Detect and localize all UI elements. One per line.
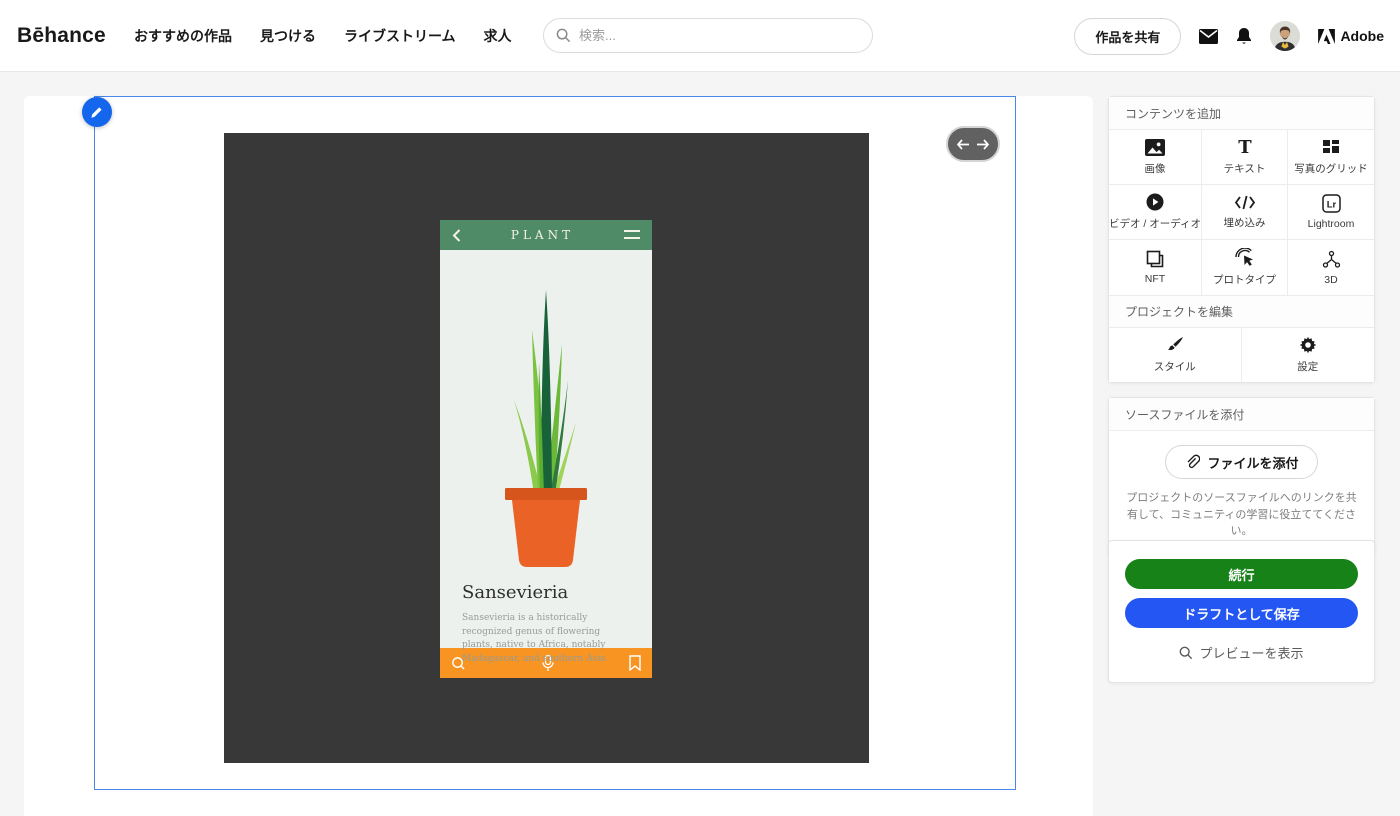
tool-text[interactable]: T テキスト — [1202, 130, 1289, 185]
3d-icon — [1322, 250, 1340, 268]
plant-app-header: PLANT — [440, 220, 652, 250]
tool-image[interactable]: 画像 — [1109, 130, 1203, 185]
tool-embed[interactable]: 埋め込み — [1202, 185, 1289, 240]
add-content-grid: 画像 T テキスト 写真のグリッド ビデオ / オーディオ 埋め込み Lr Li… — [1109, 130, 1374, 295]
plant-app-mockup: PLANT Sansevieria Sansevieria is a histo… — [440, 220, 652, 678]
publish-actions-panel: 続行 ドラフトとして保存 プレビューを表示 — [1108, 540, 1375, 683]
plant-illustration — [505, 290, 587, 567]
nav-item-jobs[interactable]: 求人 — [484, 26, 512, 46]
nav-right-group: 作品を共有 Adobe — [1074, 0, 1384, 72]
search-input[interactable] — [579, 28, 849, 43]
tool-lightroom[interactable]: Lr Lightroom — [1288, 185, 1374, 240]
svg-text:T: T — [1238, 138, 1252, 156]
tool-nft[interactable]: NFT — [1109, 240, 1203, 295]
nav-item-featured[interactable]: おすすめの作品 — [134, 26, 232, 46]
menu-icon — [624, 230, 640, 239]
source-files-header: ソースファイルを添付 — [1109, 398, 1374, 431]
edit-module-button[interactable] — [82, 97, 112, 127]
back-chevron-icon — [452, 228, 461, 242]
text-icon: T — [1238, 138, 1252, 156]
plant-description: Sansevieria is a historically recognized… — [462, 613, 606, 664]
plant-name-heading: Sansevieria — [462, 582, 569, 603]
behance-logo[interactable]: Bēhance — [17, 24, 106, 48]
plant-app-title: PLANT — [510, 228, 575, 242]
source-files-panel: ソースファイルを添付 ファイルを添付 プロジェクトのソースファイルへのリンクを共… — [1108, 397, 1375, 557]
notifications-button[interactable] — [1236, 27, 1252, 45]
show-preview-button[interactable]: プレビューを表示 — [1125, 643, 1358, 662]
share-work-button[interactable]: 作品を共有 — [1074, 17, 1182, 55]
nav-item-discover[interactable]: 見つける — [260, 26, 316, 46]
top-navbar: Bēhance おすすめの作品 見つける ライブストリーム 求人 作品を共有 A… — [0, 0, 1400, 72]
add-content-header: コンテンツを追加 — [1109, 97, 1374, 130]
messages-button[interactable] — [1199, 28, 1219, 44]
prototype-icon — [1234, 248, 1253, 266]
code-icon — [1234, 195, 1255, 209]
move-module-buttons[interactable] — [946, 126, 1000, 162]
tool-prototype[interactable]: プロトタイプ — [1202, 240, 1289, 295]
tool-video-audio[interactable]: ビデオ / オーディオ — [1109, 185, 1203, 240]
tool-3d[interactable]: 3D — [1288, 240, 1374, 295]
edit-project-grid: スタイル 設定 — [1109, 328, 1374, 382]
main-nav: おすすめの作品 見つける ライブストリーム 求人 — [134, 26, 512, 46]
bell-icon — [1237, 28, 1252, 44]
save-draft-button[interactable]: ドラフトとして保存 — [1125, 598, 1358, 628]
tool-photo-grid[interactable]: 写真のグリッド — [1288, 130, 1374, 185]
content-tools-panel: コンテンツを追加 画像 T テキスト 写真のグリッド ビデオ / オーディオ 埋… — [1108, 96, 1375, 383]
project-image[interactable]: PLANT Sansevieria Sansevieria is a histo… — [224, 133, 869, 763]
svg-text:Lr: Lr — [1326, 200, 1336, 211]
adobe-link[interactable]: Adobe — [1318, 28, 1384, 44]
photo-grid-icon — [1323, 140, 1339, 153]
search-icon — [556, 28, 571, 43]
brush-icon — [1167, 337, 1183, 350]
arrow-right-icon — [977, 138, 990, 150]
gear-icon — [1299, 336, 1317, 354]
arrow-left-icon — [956, 138, 969, 150]
adobe-icon — [1318, 28, 1336, 44]
lightroom-icon: Lr — [1321, 194, 1341, 213]
source-files-description: プロジェクトのソースファイルへのリンクを共有して、コミュニティの学習に役立ててく… — [1126, 492, 1357, 537]
bookmark-icon — [629, 655, 641, 671]
nav-item-livestream[interactable]: ライブストリーム — [344, 26, 456, 46]
adobe-label: Adobe — [1340, 28, 1384, 44]
tool-style[interactable]: スタイル — [1109, 328, 1242, 382]
continue-button[interactable]: 続行 — [1125, 559, 1358, 589]
attach-file-button[interactable]: ファイルを添付 — [1165, 445, 1318, 479]
pencil-icon — [91, 107, 102, 118]
mail-icon — [1199, 28, 1219, 44]
nft-icon — [1146, 250, 1164, 268]
preview-search-icon — [1180, 646, 1193, 659]
search-box[interactable] — [543, 18, 873, 53]
plant-app-screen: Sansevieria Sansevieria is a historicall… — [440, 250, 652, 664]
paperclip-icon — [1188, 454, 1201, 469]
edit-project-header: プロジェクトを編集 — [1109, 295, 1374, 328]
image-icon — [1145, 138, 1166, 156]
user-avatar[interactable] — [1270, 21, 1301, 51]
play-circle-icon — [1146, 193, 1164, 211]
tool-settings[interactable]: 設定 — [1241, 328, 1374, 382]
